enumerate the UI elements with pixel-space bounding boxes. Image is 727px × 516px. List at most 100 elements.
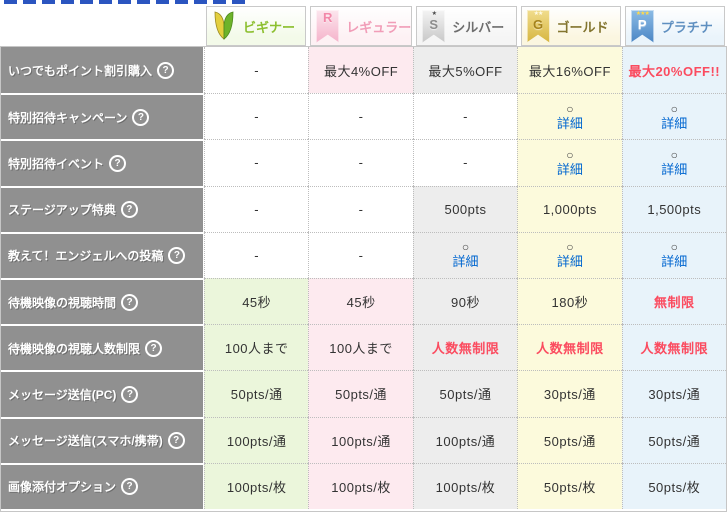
cell-platinum: ○ 詳細 (621, 231, 726, 278)
cell-value: 最大4%OFF (323, 63, 399, 79)
help-icon[interactable]: ? (121, 293, 139, 311)
cell-silver: 人数無制限 (412, 324, 518, 371)
cell-value: - (358, 155, 364, 171)
cell-beginner: 45秒 (204, 277, 309, 325)
help-icon[interactable]: ? (145, 339, 163, 357)
cell-value: 30pts/通 (543, 387, 596, 403)
cell-value: 30pts/通 (648, 387, 701, 403)
row-label-text: 特別招待キャンペーン (8, 110, 128, 125)
help-icon[interactable]: ? (109, 154, 127, 172)
row-label: メッセージ送信(PC)? (1, 370, 204, 417)
detail-link[interactable]: 詳細 (452, 254, 478, 270)
cell-regular: - (308, 139, 413, 186)
cell-platinum: 1,500pts (621, 185, 726, 232)
cell-gold: 50pts/枚 (517, 462, 622, 509)
cell-value: 100pts/通 (331, 433, 391, 449)
cell-silver: 100pts/枚 (412, 462, 518, 509)
cell-value: 50pts/枚 (543, 479, 596, 495)
row-label-text: 画像添付オプション (8, 480, 117, 495)
help-icon[interactable]: ? (121, 478, 139, 496)
circle-mark-icon: ○ (566, 101, 574, 116)
cell-gold: ○ 詳細 (517, 231, 622, 278)
tier-name-platinum: プラチナ (660, 19, 713, 35)
row-label-text: メッセージ送信(スマホ/携帯) (8, 434, 163, 449)
cell-value: - (358, 247, 364, 263)
tier-name-beginner: ビギナー (243, 19, 296, 35)
help-icon[interactable]: ? (120, 201, 138, 219)
ribbon-R-icon: R (316, 9, 340, 43)
cell-beginner: - (204, 139, 309, 186)
cell-value: - (254, 62, 260, 78)
cell-value: 50pts/通 (648, 433, 701, 449)
cell-value: 最大20%OFF!! (628, 63, 721, 79)
cell-beginner: - (204, 93, 309, 140)
detail-link[interactable]: 詳細 (557, 116, 583, 132)
row-label: 画像添付オプション? (1, 462, 204, 509)
cell-silver: 50pts/通 (412, 370, 518, 417)
circle-mark-icon: ○ (670, 240, 678, 255)
row-label: いつでもポイント割引購入? (1, 47, 204, 94)
cell-value: 90秒 (451, 295, 480, 311)
tier-header-regular: R レギュラー (310, 6, 413, 46)
cell-value: 100pts/枚 (226, 479, 287, 495)
cell-value: 500pts (444, 201, 487, 217)
detail-link[interactable]: 詳細 (557, 254, 583, 270)
cell-platinum: ○ 詳細 (621, 139, 726, 186)
row-label-text: メッセージ送信(PC) (8, 387, 117, 402)
tier-header-beginner: ビギナー (206, 6, 307, 46)
cell-value: - (463, 155, 468, 171)
cell-silver: 90秒 (412, 277, 518, 325)
help-icon[interactable]: ? (167, 432, 185, 450)
cell-platinum: 50pts/枚 (621, 462, 726, 509)
badge-letter: G (532, 16, 544, 32)
tier-header-gold: ★★ G ゴールド (520, 6, 621, 46)
help-icon[interactable]: ? (132, 108, 150, 126)
circle-mark-icon: ○ (670, 147, 678, 162)
cell-value: 50pts/通 (335, 387, 388, 403)
detail-link[interactable]: 詳細 (661, 254, 687, 270)
detail-link[interactable]: 詳細 (661, 116, 687, 132)
cell-value: 50pts/通 (439, 387, 492, 403)
cell-value: 100人まで (329, 341, 393, 357)
detail-link[interactable]: 詳細 (557, 162, 583, 178)
cell-gold: ○ 詳細 (517, 93, 622, 140)
cell-beginner: - (204, 231, 309, 278)
cell-beginner: - (204, 185, 309, 232)
help-icon[interactable]: ? (168, 247, 186, 265)
tier-name-gold: ゴールド (556, 19, 609, 35)
cell-regular: - (308, 93, 413, 140)
cell-silver: ○ 詳細 (412, 231, 518, 278)
tier-name-silver: シルバー (452, 19, 505, 35)
cell-value: 180秒 (551, 295, 589, 311)
cell-value: 人数無制限 (431, 341, 500, 357)
wakaba-leaf-icon (212, 11, 236, 41)
cell-value: 1,000pts (542, 201, 597, 217)
row-label-text: ステージアップ特典 (8, 203, 116, 218)
circle-mark-icon: ○ (461, 240, 470, 255)
help-icon[interactable]: ? (157, 61, 175, 79)
help-icon[interactable]: ? (121, 385, 139, 403)
cell-value: 50pts/通 (230, 387, 283, 403)
tier-comparison-page: ビギナー R レギュラー ★ S シルバー ★★ G ゴールド ★★★ P プラチナ いつでもポイント… (0, 0, 727, 516)
detail-link[interactable]: 詳細 (661, 162, 687, 178)
cell-value: 100pts/通 (226, 433, 287, 449)
cell-gold: 50pts/通 (517, 416, 622, 463)
cell-beginner: 100pts/枚 (204, 462, 309, 509)
circle-mark-icon: ○ (566, 147, 574, 162)
row-label-text: 教えて！エンジェルへの投稿 (8, 249, 164, 264)
cell-value: 人数無制限 (640, 341, 709, 357)
cell-regular: 45秒 (308, 277, 413, 325)
cell-regular: 100pts/通 (308, 416, 413, 463)
cell-value: - (358, 109, 364, 125)
cell-silver: 500pts (412, 185, 518, 232)
tier-header-silver: ★ S シルバー (416, 6, 517, 46)
row-label-text: 特別招待イベント (8, 156, 105, 171)
cell-regular: 50pts/通 (308, 370, 413, 417)
row-label: メッセージ送信(スマホ/携帯)? (1, 416, 204, 463)
cell-value: 最大5%OFF (428, 63, 503, 79)
circle-mark-icon: ○ (670, 101, 678, 116)
cell-value: 100人まで (224, 341, 289, 357)
cell-gold: 180秒 (517, 277, 622, 325)
cell-value: - (463, 109, 468, 125)
cell-gold: 30pts/通 (517, 370, 622, 417)
